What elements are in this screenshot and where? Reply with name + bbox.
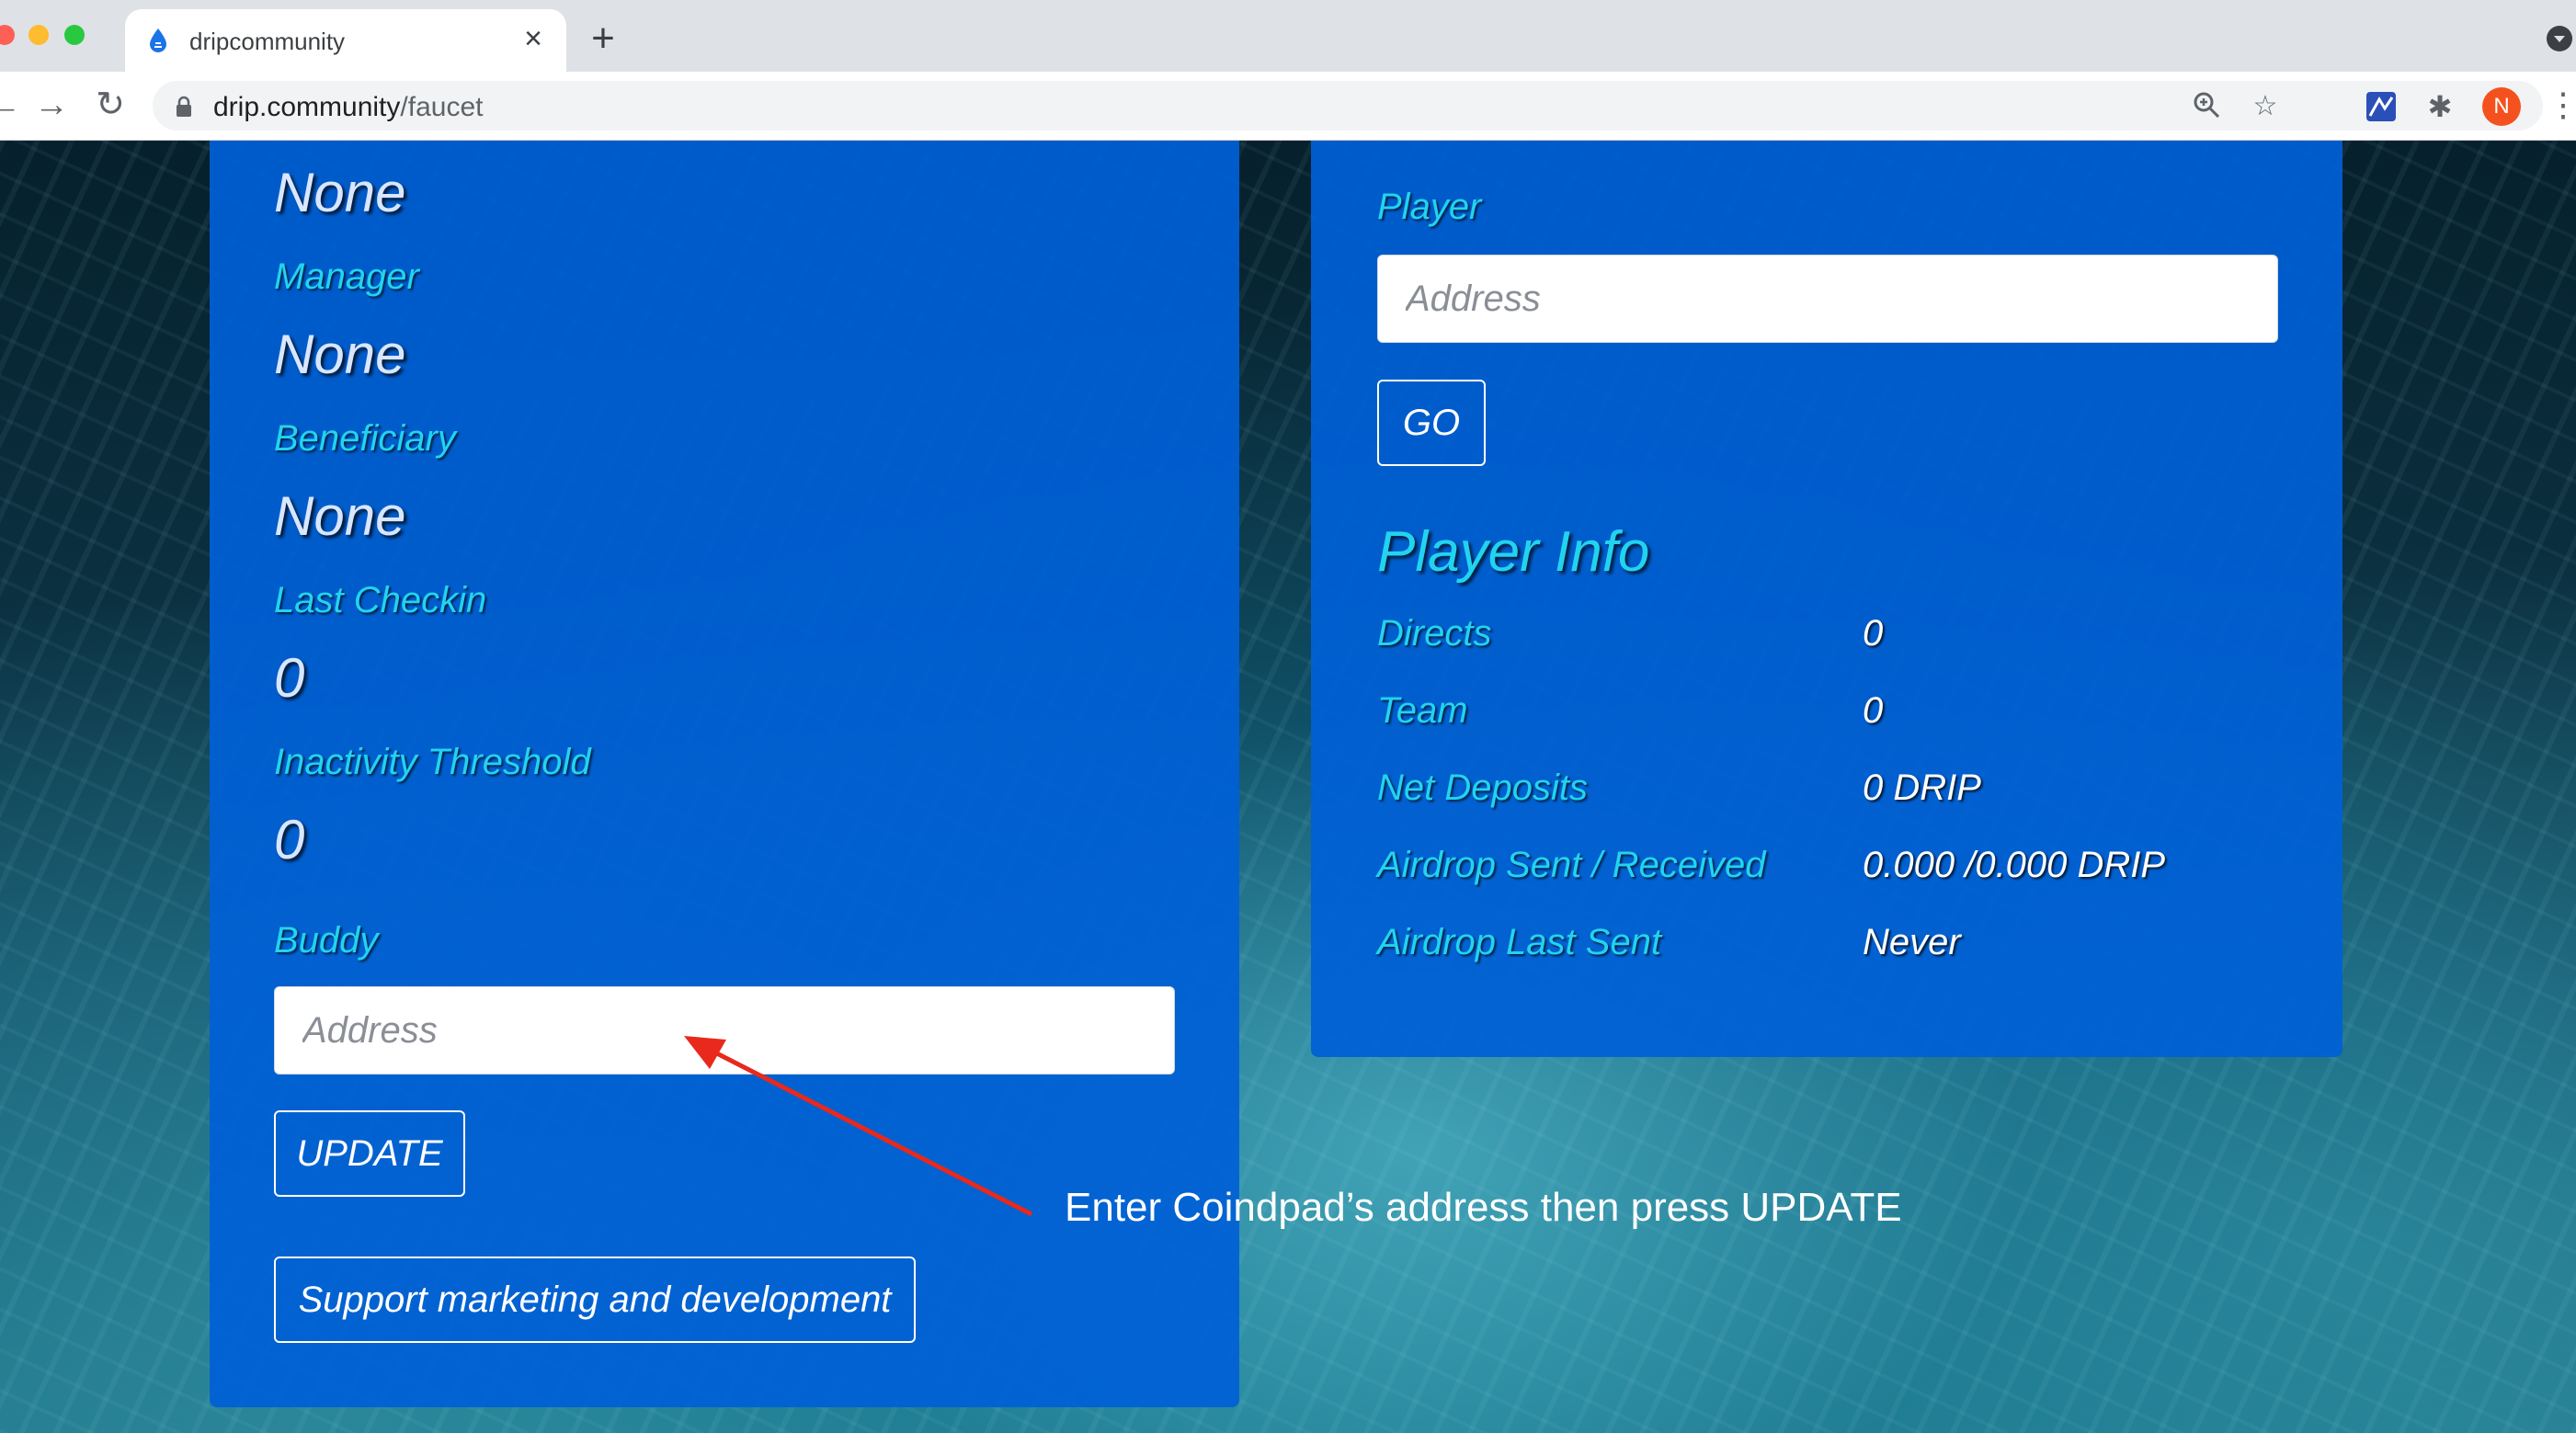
player-address-input[interactable]	[1377, 255, 2278, 343]
player-info-heading: Player Info	[1377, 520, 1650, 584]
puzzle-icon[interactable]: ✱	[2423, 90, 2456, 123]
airdrop-last-sent-value: Never	[1863, 922, 1961, 962]
directs-value: 0	[1863, 613, 1884, 654]
team-value: 0	[1863, 690, 1884, 731]
airdrop-last-sent-label: Airdrop Last Sent	[1377, 922, 1662, 962]
zoom-icon[interactable]	[2190, 90, 2223, 123]
tab-close-icon[interactable]: ×	[519, 23, 548, 54]
url-host: drip.community	[213, 92, 401, 122]
page-content: None Manager None Beneficiary None Last …	[0, 141, 2576, 1433]
reload-icon[interactable]: ↻	[90, 85, 131, 125]
last-checkin-value: 0	[274, 647, 305, 709]
browser-tab-bar: dripcommunity × +	[0, 0, 2576, 72]
drip-icon	[150, 28, 166, 52]
back-arrow-icon[interactable]: ←	[0, 85, 24, 125]
top-value: None	[274, 162, 406, 223]
beneficiary-label: Beneficiary	[274, 418, 456, 459]
net-deposits-value: 0 DRIP	[1863, 768, 1981, 808]
inactivity-threshold-value: 0	[274, 809, 305, 870]
last-checkin-label: Last Checkin	[274, 580, 487, 620]
player-lookup-card: Player GO Player Info Directs 0 Team 0 N…	[1311, 141, 2342, 1057]
lock-icon	[177, 96, 191, 117]
close-window-button[interactable]	[0, 25, 15, 45]
annotation-text: Enter Coindpad’s address then press UPDA…	[1065, 1185, 1902, 1230]
buddy-label: Buddy	[274, 920, 379, 961]
net-deposits-label: Net Deposits	[1377, 768, 1588, 808]
zoom-glyph-icon	[2194, 92, 2220, 119]
manager-value: None	[274, 324, 406, 385]
avatar[interactable]: N	[2482, 87, 2521, 126]
buddy-address-input[interactable]	[274, 986, 1175, 1075]
minimize-window-button[interactable]	[28, 25, 49, 45]
player-label: Player	[1377, 187, 1482, 227]
update-button[interactable]: UPDATE	[274, 1110, 465, 1197]
beneficiary-value: None	[274, 485, 406, 547]
directs-label: Directs	[1377, 613, 1492, 654]
forward-arrow-icon[interactable]: →	[31, 85, 72, 125]
airdrop-sent-received-label: Airdrop Sent / Received	[1377, 845, 1766, 885]
browser-toolbar: ← → ↻ drip.community/faucet ☆ ✱ N ⋮	[0, 72, 2576, 141]
inactivity-threshold-label: Inactivity Threshold	[274, 742, 591, 782]
tab-title: dripcommunity	[189, 28, 346, 55]
tab-search-icon[interactable]	[2547, 26, 2572, 51]
url-text[interactable]: drip.community/faucet	[213, 92, 483, 123]
extension-icon[interactable]	[2365, 90, 2398, 123]
address-bar[interactable]: drip.community/faucet ☆	[153, 81, 2543, 131]
go-button[interactable]: GO	[1377, 380, 1486, 466]
url-path: /faucet	[400, 92, 484, 122]
maximize-window-button[interactable]	[64, 25, 85, 45]
new-tab-button[interactable]: +	[585, 18, 621, 59]
airdrop-sent-received-value: 0.000 /0.000 DRIP	[1863, 845, 2166, 885]
kebab-menu-icon[interactable]: ⋮	[2547, 86, 2576, 127]
team-label: Team	[1377, 690, 1468, 731]
browser-tab[interactable]: dripcommunity ×	[125, 9, 566, 72]
support-marketing-button[interactable]: Support marketing and development	[274, 1257, 916, 1343]
star-icon[interactable]: ☆	[2249, 90, 2282, 123]
manager-label: Manager	[274, 256, 419, 297]
